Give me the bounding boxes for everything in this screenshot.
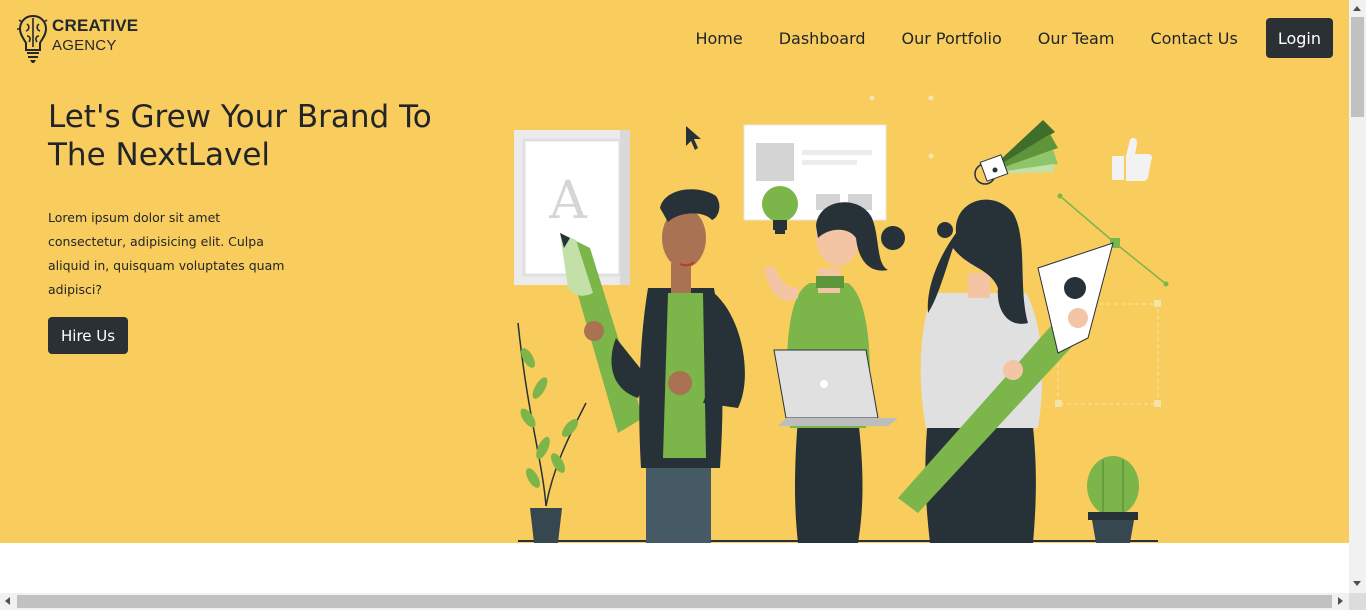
- nav-item-our-portfolio[interactable]: Our Portfolio: [902, 29, 1002, 48]
- scroll-up-arrow-icon[interactable]: [1353, 6, 1361, 11]
- hero-section: CREATIVE AGENCY Home Dashboard Our Portf…: [0, 0, 1349, 543]
- hero-headline: Let's Grew Your Brand To The NextLavel: [48, 99, 432, 173]
- login-button[interactable]: Login: [1265, 18, 1333, 58]
- nav-item-dashboard[interactable]: Dashboard: [779, 29, 866, 48]
- color-swatch-icon: [974, 120, 1058, 185]
- thumbs-up-icon: [1112, 137, 1152, 181]
- horizontal-scrollbar[interactable]: [0, 593, 1349, 610]
- woman-with-laptop-figure: [764, 202, 905, 543]
- laptop-icon: [773, 349, 898, 426]
- woman-with-pen-tool-figure: [898, 199, 1114, 543]
- brand-name-line2: AGENCY: [52, 37, 117, 54]
- horizontal-scroll-thumb[interactable]: [17, 595, 1332, 608]
- team-illustration: A: [514, 95, 1169, 543]
- brain-lightbulb-icon: [17, 14, 48, 63]
- vertical-scroll-thumb[interactable]: [1351, 17, 1364, 117]
- nav-item-home[interactable]: Home: [695, 29, 742, 48]
- scroll-left-arrow-icon[interactable]: [5, 597, 10, 605]
- brand-logo[interactable]: CREATIVE AGENCY: [17, 12, 138, 64]
- vertical-scrollbar[interactable]: [1349, 0, 1366, 593]
- nav-item-our-team[interactable]: Our Team: [1038, 29, 1115, 48]
- page: CREATIVE AGENCY Home Dashboard Our Portf…: [0, 0, 1349, 593]
- scrollbar-corner: [1349, 593, 1366, 610]
- scroll-down-arrow-icon[interactable]: [1353, 581, 1361, 586]
- hero-description: Lorem ipsum dolor sit amet consectetur, …: [48, 210, 285, 297]
- illustration-letter: A: [548, 171, 588, 231]
- cursor-icon: [686, 126, 701, 150]
- potted-cactus: [1087, 456, 1139, 543]
- hire-us-button[interactable]: Hire Us: [48, 317, 129, 354]
- nav-item-contact-us[interactable]: Contact Us: [1150, 29, 1237, 48]
- scroll-right-arrow-icon[interactable]: [1338, 597, 1343, 605]
- lightbulb-icon: [762, 186, 798, 234]
- potted-plant-left: [517, 322, 587, 543]
- next-section-heading-partial: ⁠: [420, 583, 880, 593]
- brand-name: CREATIVE AGENCY: [52, 16, 138, 56]
- main-nav: Home Dashboard Our Portfolio Our Team Co…: [695, 18, 1333, 58]
- brand-name-line1: CREATIVE: [52, 16, 139, 35]
